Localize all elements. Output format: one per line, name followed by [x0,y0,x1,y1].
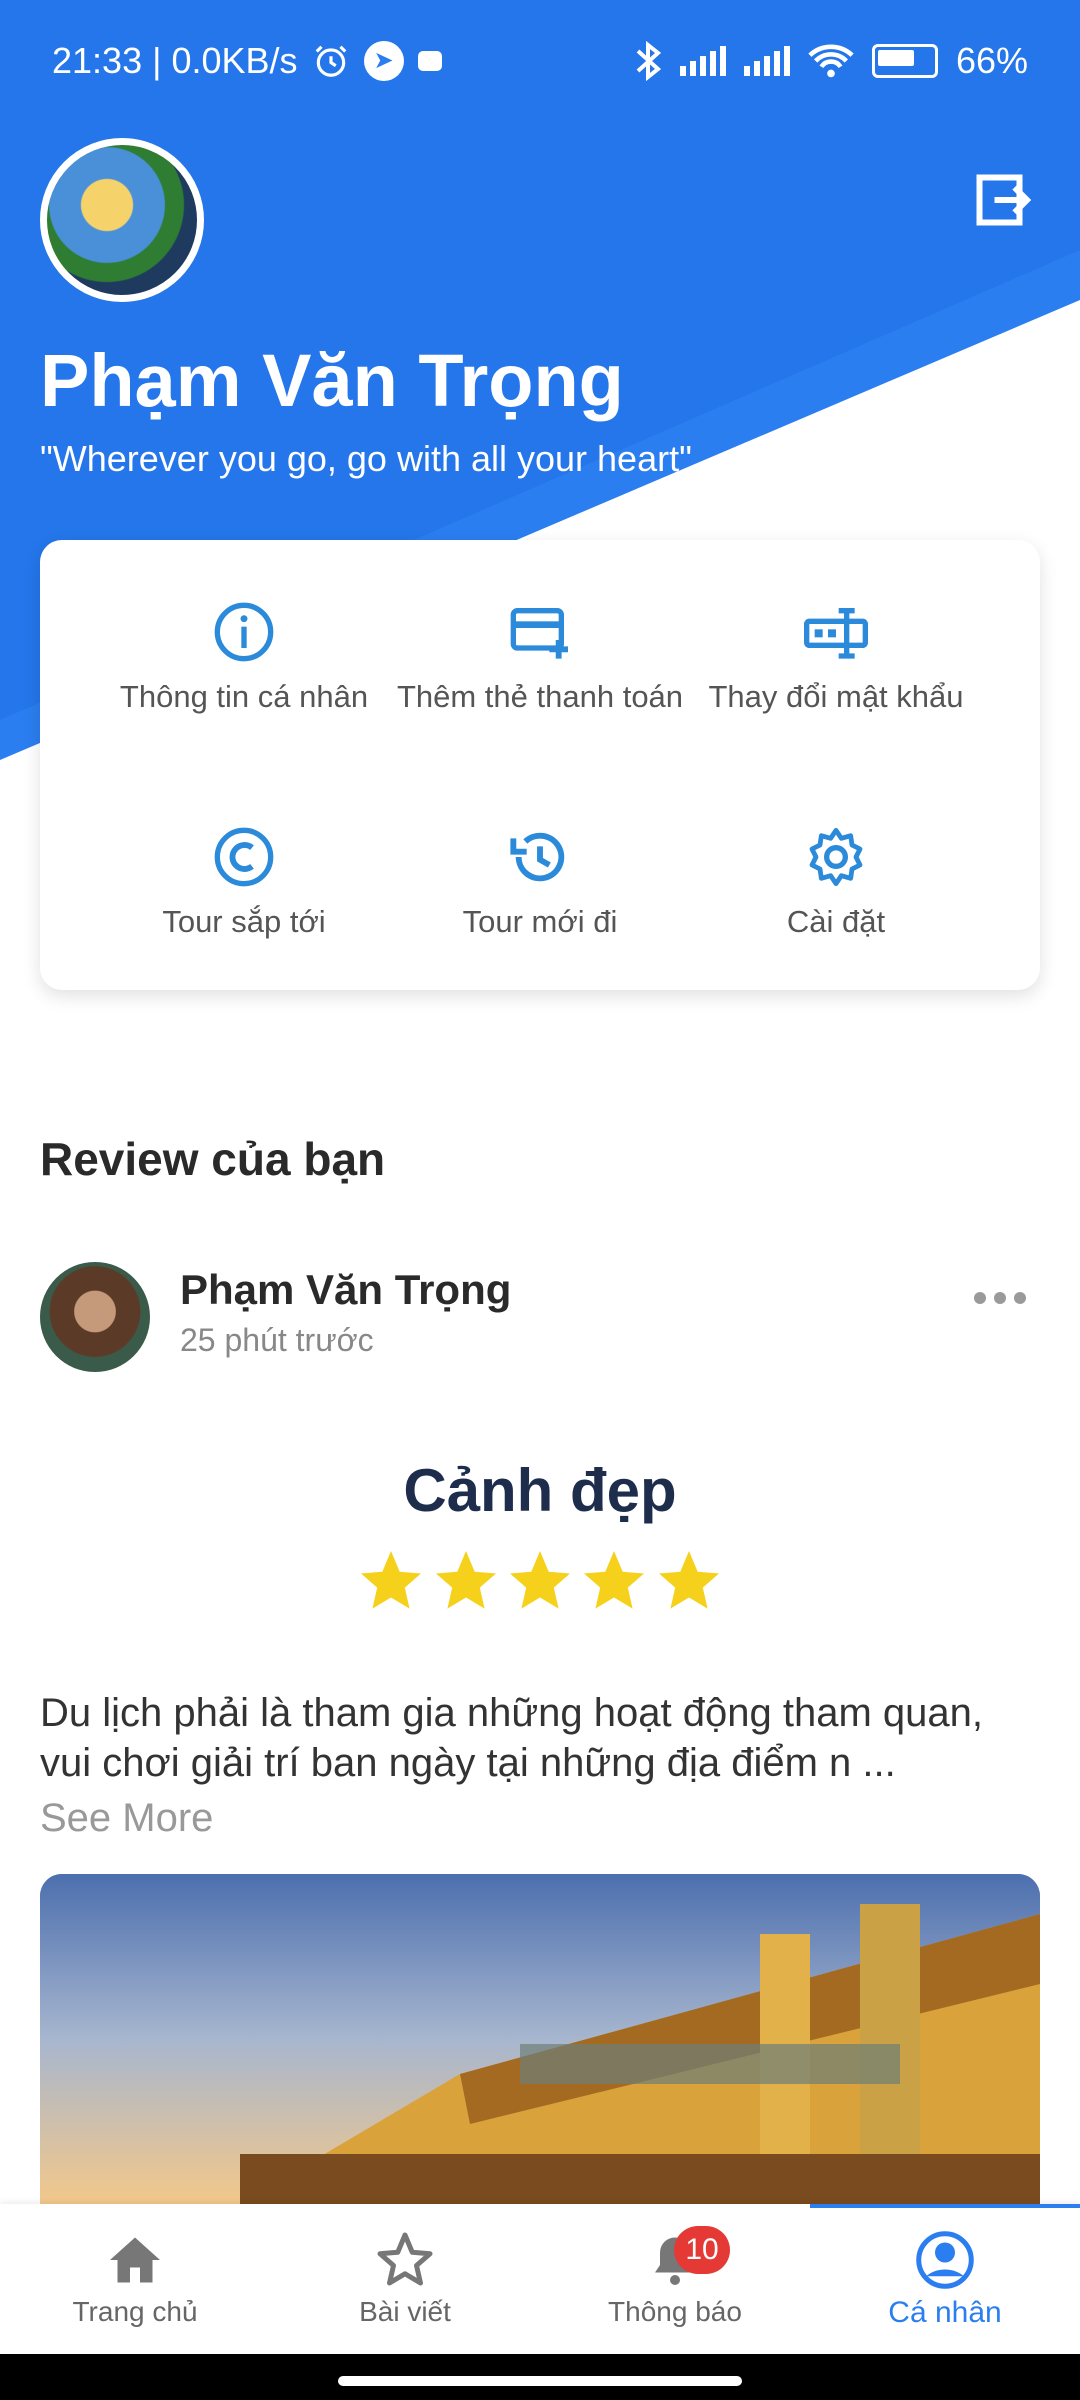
see-more-link[interactable]: See More [40,1796,213,1841]
home-icon [110,2237,160,2283]
profile-name: Phạm Văn Trọng [40,339,624,422]
telegram-icon: ➤ [363,41,404,81]
star-icon [361,1551,422,1609]
review-title: Cảnh đẹp [403,1457,677,1524]
star-icon [584,1551,645,1609]
bluetooth-icon [636,41,662,81]
battery-percent: 66% [955,40,1028,81]
nav-item-label: Thông báo [608,2296,742,2327]
menu-item-label: Thông tin cá nhân [119,679,369,714]
battery-icon [871,44,938,78]
star-icon [435,1551,496,1609]
notification-badge: 10 [674,2226,730,2274]
reviews-section-title: Review của bạn [40,1133,386,1185]
nav-item-label: Bài viết [359,2296,451,2327]
review-photo[interactable] [40,1874,1040,2204]
upcoming-icon [214,827,274,887]
history-icon [510,832,565,882]
menu-item-add-card[interactable]: Thêm thẻ thanh toán [390,600,690,716]
info-icon [214,602,274,662]
reviewer-avatar[interactable] [40,1262,150,1372]
nav-item-notifications[interactable]: Thông báo [540,2204,810,2354]
menu-item-settings[interactable]: Cài đặt [686,825,986,941]
menu-item-label: Tour sắp tới [162,904,326,939]
status-time: 21:33 | 0.0KB/s [52,40,298,81]
review-photo-illustration [40,1874,1040,2204]
status-bar: 21:33 | 0.0KB/s ➤ 66% [0,0,1080,120]
profile-menu-card: Thông tin cá nhân Thêm thẻ thanh toán Th… [40,540,1040,990]
menu-item-personal-info[interactable]: Thông tin cá nhân [94,600,394,716]
signal-icon-2 [743,46,790,76]
review-text: Du lịch phải là tham gia những hoạt động… [40,1691,983,1785]
nav-item-profile[interactable]: Cá nhân [810,2204,1080,2354]
menu-item-label: Tour mới đi [462,904,618,939]
review-timestamp: 25 phút trước [180,1322,374,1358]
bottom-navigation: Trang chủ Bài viết Thông báo 10 Cá nhân [0,2204,1080,2354]
alarm-icon [315,45,346,77]
menu-item-recent-tour[interactable]: Tour mới đi [390,825,690,941]
add-card-icon [510,608,568,659]
star-icon [658,1551,719,1609]
rating-stars [0,1545,1080,1622]
message-icon [417,51,442,71]
gear-icon [809,827,863,887]
menu-item-label: Thay đổi mật khẩu [708,679,964,714]
menu-item-label: Thêm thẻ thanh toán [396,679,684,714]
star-icon [510,1551,570,1609]
logout-icon[interactable] [972,170,1032,230]
profile-avatar[interactable] [40,138,204,302]
home-indicator[interactable] [338,2376,742,2386]
password-icon [804,608,868,659]
menu-item-label: Cài đặt [786,904,886,939]
star-icon [377,2232,433,2286]
menu-item-change-password[interactable]: Thay đổi mật khẩu [686,600,986,716]
profile-icon [916,2231,974,2289]
nav-item-home[interactable]: Trang chủ [0,2204,270,2354]
more-options-icon[interactable] [974,1292,1026,1304]
reviewer-name[interactable]: Phạm Văn Trọng [180,1266,511,1314]
nav-item-label: Trang chủ [72,2296,198,2327]
menu-item-upcoming-tour[interactable]: Tour sắp tới [94,825,394,941]
nav-item-posts[interactable]: Bài viết [270,2204,540,2354]
nav-item-label: Cá nhân [888,2296,1002,2329]
wifi-icon [808,44,854,78]
signal-icon [679,46,726,76]
profile-quote: "Wherever you go, go with all your heart… [40,438,692,479]
